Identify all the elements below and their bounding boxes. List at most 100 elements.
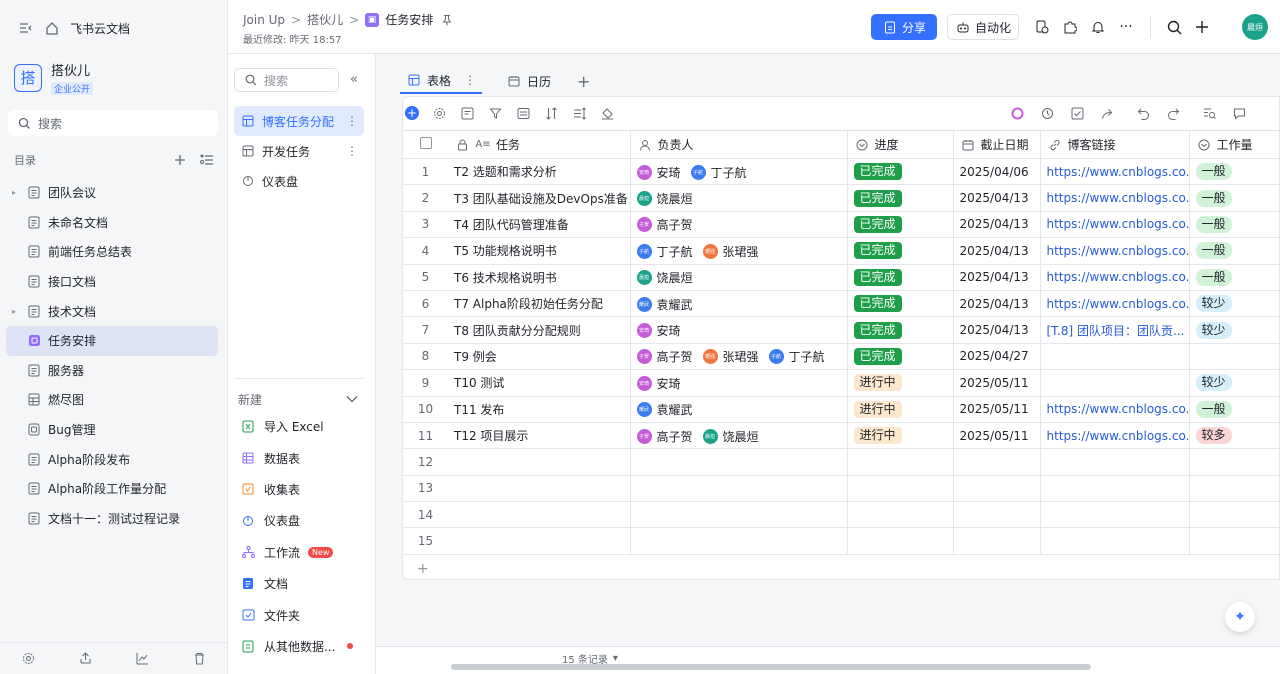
column-header-workload[interactable]: 工作量 [1189, 130, 1280, 159]
more-icon[interactable]: ··· [1118, 19, 1134, 35]
link-cell[interactable] [1040, 448, 1190, 476]
owner-cell[interactable]: 子贺 高子贺 [630, 211, 848, 239]
column-header-task[interactable]: A≡ 任务 [448, 130, 631, 159]
progress-cell[interactable]: 已完成 [847, 158, 954, 186]
new-item[interactable]: 文件夹 [234, 599, 364, 630]
task-cell[interactable]: T9 例会 [448, 343, 631, 371]
row-index[interactable]: 9 [403, 369, 448, 397]
column-header-link[interactable]: 博客链接 [1040, 130, 1190, 159]
deadline-cell[interactable]: 2025/05/11 [953, 369, 1041, 397]
row-index[interactable]: 14 [403, 501, 448, 529]
workload-cell[interactable]: 一般 [1189, 184, 1280, 212]
owner-cell[interactable]: 子贺 高子贺 晨烜 饶晨烜 [630, 422, 848, 450]
deadline-cell[interactable]: 2025/04/13 [953, 211, 1041, 239]
deadline-cell[interactable]: 2025/04/13 [953, 264, 1041, 291]
row-index[interactable]: 10 [403, 396, 448, 423]
search-records-icon[interactable] [1201, 105, 1217, 121]
progress-cell[interactable]: 已完成 [847, 211, 954, 239]
collapse-sidebar-icon[interactable] [18, 20, 34, 36]
tree-item[interactable]: 服务器 [6, 356, 218, 386]
table-row[interactable]: 12 [403, 448, 1280, 476]
table-row[interactable]: 14 [403, 501, 1280, 529]
link-cell[interactable]: https://www.cnblogs.co... [1040, 290, 1190, 318]
tree-item-active[interactable]: 任务安排 [6, 325, 218, 356]
ai-assistant-button[interactable]: ✦ [1225, 602, 1255, 632]
link-cell[interactable]: https://www.cnblogs.co... [1040, 158, 1190, 186]
progress-cell[interactable] [847, 475, 954, 503]
progress-cell[interactable]: 已完成 [847, 237, 954, 265]
add-view-icon[interactable]: + [577, 72, 590, 91]
app-brand[interactable]: 飞书云文档 [70, 20, 130, 37]
person-chip[interactable]: 子航 丁子航 [768, 348, 825, 365]
table-row[interactable]: 4 T5 功能规格说明书 子航 丁子航 珺强 张珺强 已完成 2025/04/13 https:… [403, 237, 1280, 265]
task-cell[interactable]: T10 测试 [448, 369, 631, 397]
column-header-deadline[interactable]: 截止日期 [953, 130, 1041, 159]
view-item-active[interactable]: 博客任务分配 ⋮ [234, 106, 364, 136]
row-index[interactable]: 3 [403, 211, 448, 239]
deadline-cell[interactable] [953, 527, 1041, 555]
link-cell[interactable]: https://www.cnblogs.co... [1040, 211, 1190, 239]
owner-cell[interactable] [630, 448, 848, 476]
home-icon[interactable] [44, 20, 60, 36]
workload-cell[interactable] [1189, 527, 1280, 555]
blog-link[interactable]: [T.8] 团队项目：团队贡... [1047, 324, 1185, 338]
horizontal-scrollbar[interactable] [451, 664, 1091, 670]
owner-cell[interactable]: 安琦 安琦 子航 丁子航 [630, 158, 848, 186]
table-row[interactable]: 8 T9 例会 子贺 高子贺 珺强 张珺强 子航 丁子航 已完成 2025/04/27 [403, 343, 1280, 371]
person-chip[interactable]: 晨烜 饶晨烜 [636, 269, 693, 286]
workload-cell[interactable] [1189, 501, 1280, 529]
views-search[interactable]: 搜索 [234, 68, 339, 92]
deadline-cell[interactable]: 2025/05/11 [953, 422, 1041, 450]
share-button[interactable]: 分享 [871, 14, 937, 40]
add-record-button[interactable]: + [405, 106, 419, 120]
progress-cell[interactable]: 进行中 [847, 396, 954, 423]
deadline-cell[interactable]: 2025/04/13 [953, 316, 1041, 344]
task-cell[interactable] [448, 527, 631, 555]
person-chip[interactable]: 晨烜 饶晨烜 [636, 190, 693, 207]
tree-item[interactable]: 接口文档 [6, 267, 218, 297]
sidebar-search[interactable]: 搜索 [8, 110, 218, 136]
paint-bucket-icon[interactable] [599, 105, 615, 121]
new-item[interactable]: 工作流 New [234, 537, 364, 568]
deadline-cell[interactable]: 2025/04/27 [953, 343, 1041, 371]
link-cell[interactable] [1040, 527, 1190, 555]
sort-icon[interactable] [543, 105, 559, 121]
workload-cell[interactable]: 较少 [1189, 369, 1280, 397]
task-cell[interactable]: T3 团队基础设施及DevOps准备 [448, 184, 631, 212]
tree-item[interactable]: Alpha阶段发布 [6, 444, 218, 474]
link-cell[interactable]: https://www.cnblogs.co... [1040, 264, 1190, 291]
add-icon[interactable] [172, 152, 188, 168]
tab-table[interactable]: 表格 ⋮ [400, 68, 483, 94]
automation-button[interactable]: 自动化 [947, 14, 1019, 40]
new-item[interactable]: 收集表 [234, 474, 364, 505]
task-cell[interactable]: T4 团队代码管理准备 [448, 211, 631, 239]
progress-cell[interactable]: 已完成 [847, 290, 954, 318]
link-cell[interactable]: https://www.cnblogs.co... [1040, 396, 1190, 423]
history-doc-icon[interactable] [1034, 19, 1050, 35]
owner-cell[interactable]: 子航 丁子航 珺强 张珺强 [630, 237, 848, 265]
task-cell[interactable]: T7 Alpha阶段初始任务分配 [448, 290, 631, 318]
plus-icon[interactable] [1194, 19, 1210, 35]
workload-cell[interactable] [1189, 343, 1280, 371]
person-chip[interactable]: 安琦 安琦 [636, 322, 681, 339]
task-cell[interactable] [448, 448, 631, 476]
task-cell[interactable]: T8 团队贡献分分配规则 [448, 316, 631, 344]
person-chip[interactable]: 珺强 张珺强 [702, 348, 759, 365]
settings-icon[interactable] [21, 651, 37, 667]
person-chip[interactable]: 子贺 高子贺 [636, 428, 693, 445]
blog-link[interactable]: https://www.cnblogs.co... [1047, 191, 1189, 205]
checklist-icon[interactable] [1069, 105, 1085, 121]
table-row[interactable]: 15 [403, 527, 1280, 555]
new-item[interactable]: 仪表盘 [234, 505, 364, 536]
row-index[interactable]: 1 [403, 158, 448, 186]
owner-cell[interactable] [630, 501, 848, 529]
page-title[interactable]: 任务安排 [385, 11, 433, 28]
table-row[interactable]: 10 T11 发布 耀武 袁耀武 进行中 2025/05/11 https://www.cn… [403, 396, 1280, 423]
breadcrumb-item[interactable]: 搭伙儿 [307, 11, 343, 28]
row-index[interactable]: 2 [403, 184, 448, 212]
more-vertical-icon[interactable]: ⋮ [464, 73, 476, 87]
blog-link[interactable]: https://www.cnblogs.co... [1047, 244, 1189, 258]
table-row[interactable]: 1 T2 选题和需求分析 安琦 安琦 子航 丁子航 已完成 2025/04/06 https:/… [403, 158, 1280, 186]
column-header-owner[interactable]: 负责人 [630, 130, 848, 159]
workload-cell[interactable] [1189, 448, 1280, 476]
